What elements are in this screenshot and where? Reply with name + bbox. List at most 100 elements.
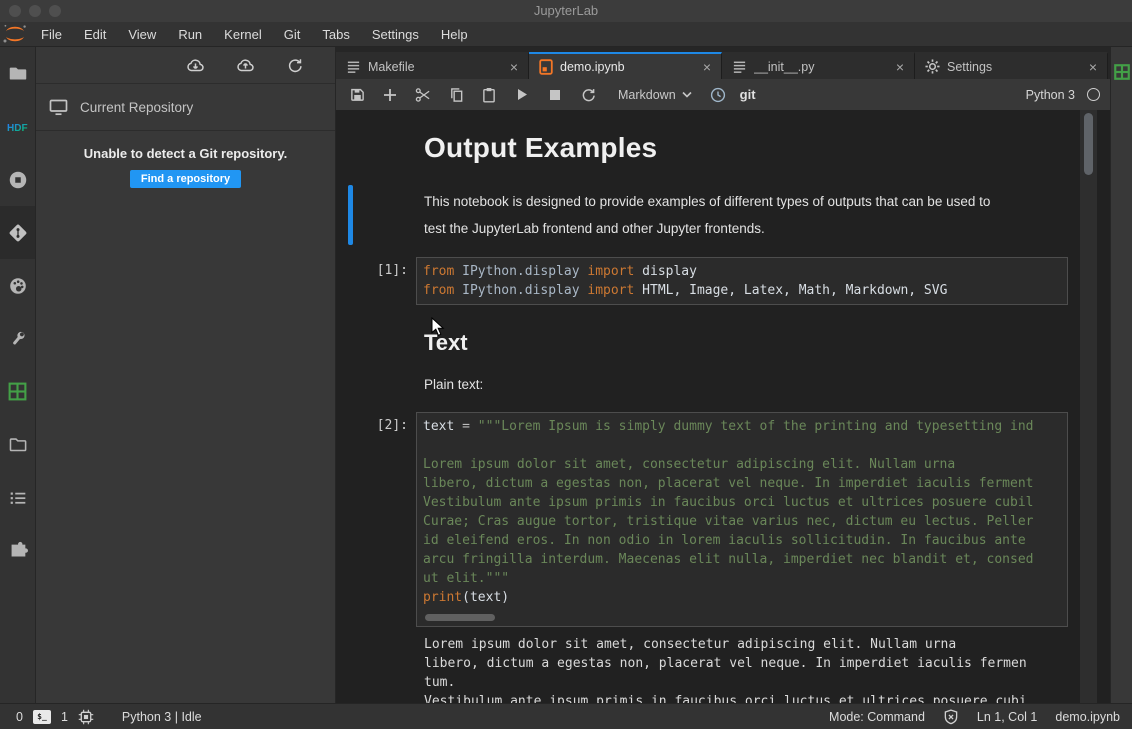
tab-demo-ipynb[interactable]: demo.ipynb × (529, 52, 722, 79)
code-line: id eleifend eros. In non odio in lorem i… (423, 531, 1061, 550)
cut-cells-button[interactable] (410, 83, 436, 107)
code-line: text = """Lorem Ipsum is simply dummy te… (423, 417, 1061, 436)
cell-prompt: [1]: (336, 257, 416, 305)
kernel-chip-icon (78, 709, 94, 725)
cursor-position-label[interactable]: Ln 1, Col 1 (977, 710, 1037, 724)
find-repository-button[interactable]: Find a repository (130, 170, 241, 188)
code-line: libero, dictum a egestas non, placerat v… (423, 474, 1061, 493)
sidebar-item-extension-manager[interactable] (0, 524, 35, 577)
close-tab-icon[interactable]: × (894, 60, 906, 74)
sidebar-item-hdf5[interactable]: HDF (0, 100, 35, 153)
notebook-toolbar: Markdown git Python 3 (336, 79, 1110, 110)
list-icon (7, 487, 29, 509)
zoom-window-button[interactable] (49, 5, 61, 17)
kernel-name-label[interactable]: Python 3 (1026, 88, 1075, 102)
code-editor-1[interactable]: from IPython.display import displayfrom … (416, 257, 1068, 305)
tab-label: Settings (947, 60, 1080, 74)
menu-item[interactable]: Edit (73, 22, 117, 47)
folder-icon (7, 63, 29, 85)
sidebar-item-notebook-tools[interactable] (0, 418, 35, 471)
git-toolbar-label[interactable]: git (740, 87, 756, 102)
sidebar-item-table-of-contents[interactable] (0, 471, 35, 524)
text-file-icon (346, 59, 361, 75)
sidebar-item-property-inspector[interactable] (0, 312, 35, 365)
paste-cells-button[interactable] (476, 83, 502, 107)
output-line: Vestibulum ante ipsum primis in faucibus… (424, 692, 1080, 703)
text-file-icon (732, 59, 747, 75)
push-changes-button[interactable] (236, 56, 256, 74)
menu-item[interactable]: Kernel (213, 22, 273, 47)
menu-item[interactable]: Run (167, 22, 213, 47)
sidebar-item-file-browser[interactable] (0, 47, 35, 100)
sidebar-item-table-editor[interactable] (0, 365, 35, 418)
menu-bar-items: FileEditViewRunKernelGitTabsSettingsHelp (30, 22, 479, 46)
wrench-icon (7, 328, 29, 350)
tab-label: demo.ipynb (560, 60, 694, 74)
minimize-window-button[interactable] (29, 5, 41, 17)
code-editor-2[interactable]: text = """Lorem Ipsum is simply dummy te… (416, 412, 1068, 627)
menu-item[interactable]: Tabs (311, 22, 360, 47)
menu-item[interactable]: File (30, 22, 73, 47)
pull-changes-button[interactable] (186, 56, 206, 74)
notebook-icon (539, 59, 553, 75)
horizontal-scrollbar-thumb[interactable] (425, 614, 495, 621)
menu-item[interactable]: Help (430, 22, 479, 47)
notebook-mode-label[interactable]: Mode: Command (829, 710, 925, 724)
jupyter-logo-icon (0, 22, 30, 47)
clock-icon-button[interactable] (705, 83, 731, 107)
plain-text-label: Plain text: (424, 377, 1080, 392)
cell-prompt: [2]: (336, 412, 416, 627)
vertical-scrollbar-thumb[interactable] (1084, 113, 1093, 175)
close-tab-icon[interactable]: × (701, 60, 713, 74)
active-file-label[interactable]: demo.ipynb (1055, 710, 1120, 724)
tab-label: Makefile (368, 60, 501, 74)
sidebar-item-command-palette[interactable] (0, 259, 35, 312)
menu-item[interactable]: Settings (361, 22, 430, 47)
kernel-status-label[interactable]: Python 3 | Idle (122, 710, 202, 724)
markdown-line: This notebook is designed to provide exa… (424, 188, 1080, 215)
restart-kernel-button[interactable] (575, 83, 601, 107)
add-cell-button[interactable] (377, 83, 403, 107)
notebook-vertical-scrollbar[interactable] (1080, 110, 1097, 703)
close-tab-icon[interactable]: × (508, 60, 520, 74)
kernel-count[interactable]: 1 (61, 710, 68, 724)
interrupt-kernel-button[interactable] (542, 83, 568, 107)
status-bar: 0 $_ 1 Python 3 | Idle Mode: Command Ln … (0, 703, 1132, 729)
menu-item[interactable]: Git (273, 22, 312, 47)
right-sidebar-item-table[interactable] (1113, 63, 1131, 81)
chevron-down-icon (682, 91, 692, 98)
gear-icon (925, 59, 940, 74)
code-line: Vestibulum ante ipsum primis in faucibus… (423, 493, 1061, 512)
main-dock: Makefile × demo.ipynb × __init__.py × (336, 47, 1110, 703)
close-window-button[interactable] (9, 5, 21, 17)
current-repository-header: Current Repository (36, 84, 335, 131)
menu-item[interactable]: View (117, 22, 167, 47)
tab-settings[interactable]: Settings × (915, 52, 1108, 79)
stop-circle-icon (7, 169, 29, 191)
terminal-count[interactable]: 0 (16, 710, 23, 724)
code-line: Lorem ipsum dolor sit amet, consectetur … (423, 455, 1061, 474)
monitor-icon (49, 99, 68, 116)
git-panel-toolbar (36, 47, 335, 84)
markdown-cell-intro[interactable]: This notebook is designed to provide exa… (424, 185, 1080, 245)
refresh-button[interactable] (286, 57, 303, 74)
svg-text:HDF: HDF (7, 123, 28, 134)
jupyterlab-window: JupyterLab FileEditViewRunKernelGitTabsS… (0, 0, 1132, 729)
tab-init-py[interactable]: __init__.py × (722, 52, 915, 79)
traffic-lights (9, 5, 61, 17)
terminal-icon: $_ (33, 710, 51, 724)
cell-type-dropdown[interactable]: Markdown (612, 88, 698, 102)
hdf5-icon: HDF (6, 116, 30, 138)
editor-horizontal-scrollbar (423, 614, 1061, 622)
mouse-cursor (431, 317, 446, 338)
sidebar-item-git[interactable] (0, 206, 35, 259)
run-cell-button[interactable] (509, 83, 535, 107)
code-line: print(text) (423, 588, 1061, 607)
save-button[interactable] (344, 83, 370, 107)
sidebar-item-running-sessions[interactable] (0, 153, 35, 206)
close-tab-icon[interactable]: × (1087, 60, 1099, 74)
copy-cells-button[interactable] (443, 83, 469, 107)
tab-makefile[interactable]: Makefile × (336, 52, 529, 79)
trust-shield-icon[interactable] (943, 709, 959, 725)
kernel-status-icon[interactable] (1087, 88, 1100, 101)
